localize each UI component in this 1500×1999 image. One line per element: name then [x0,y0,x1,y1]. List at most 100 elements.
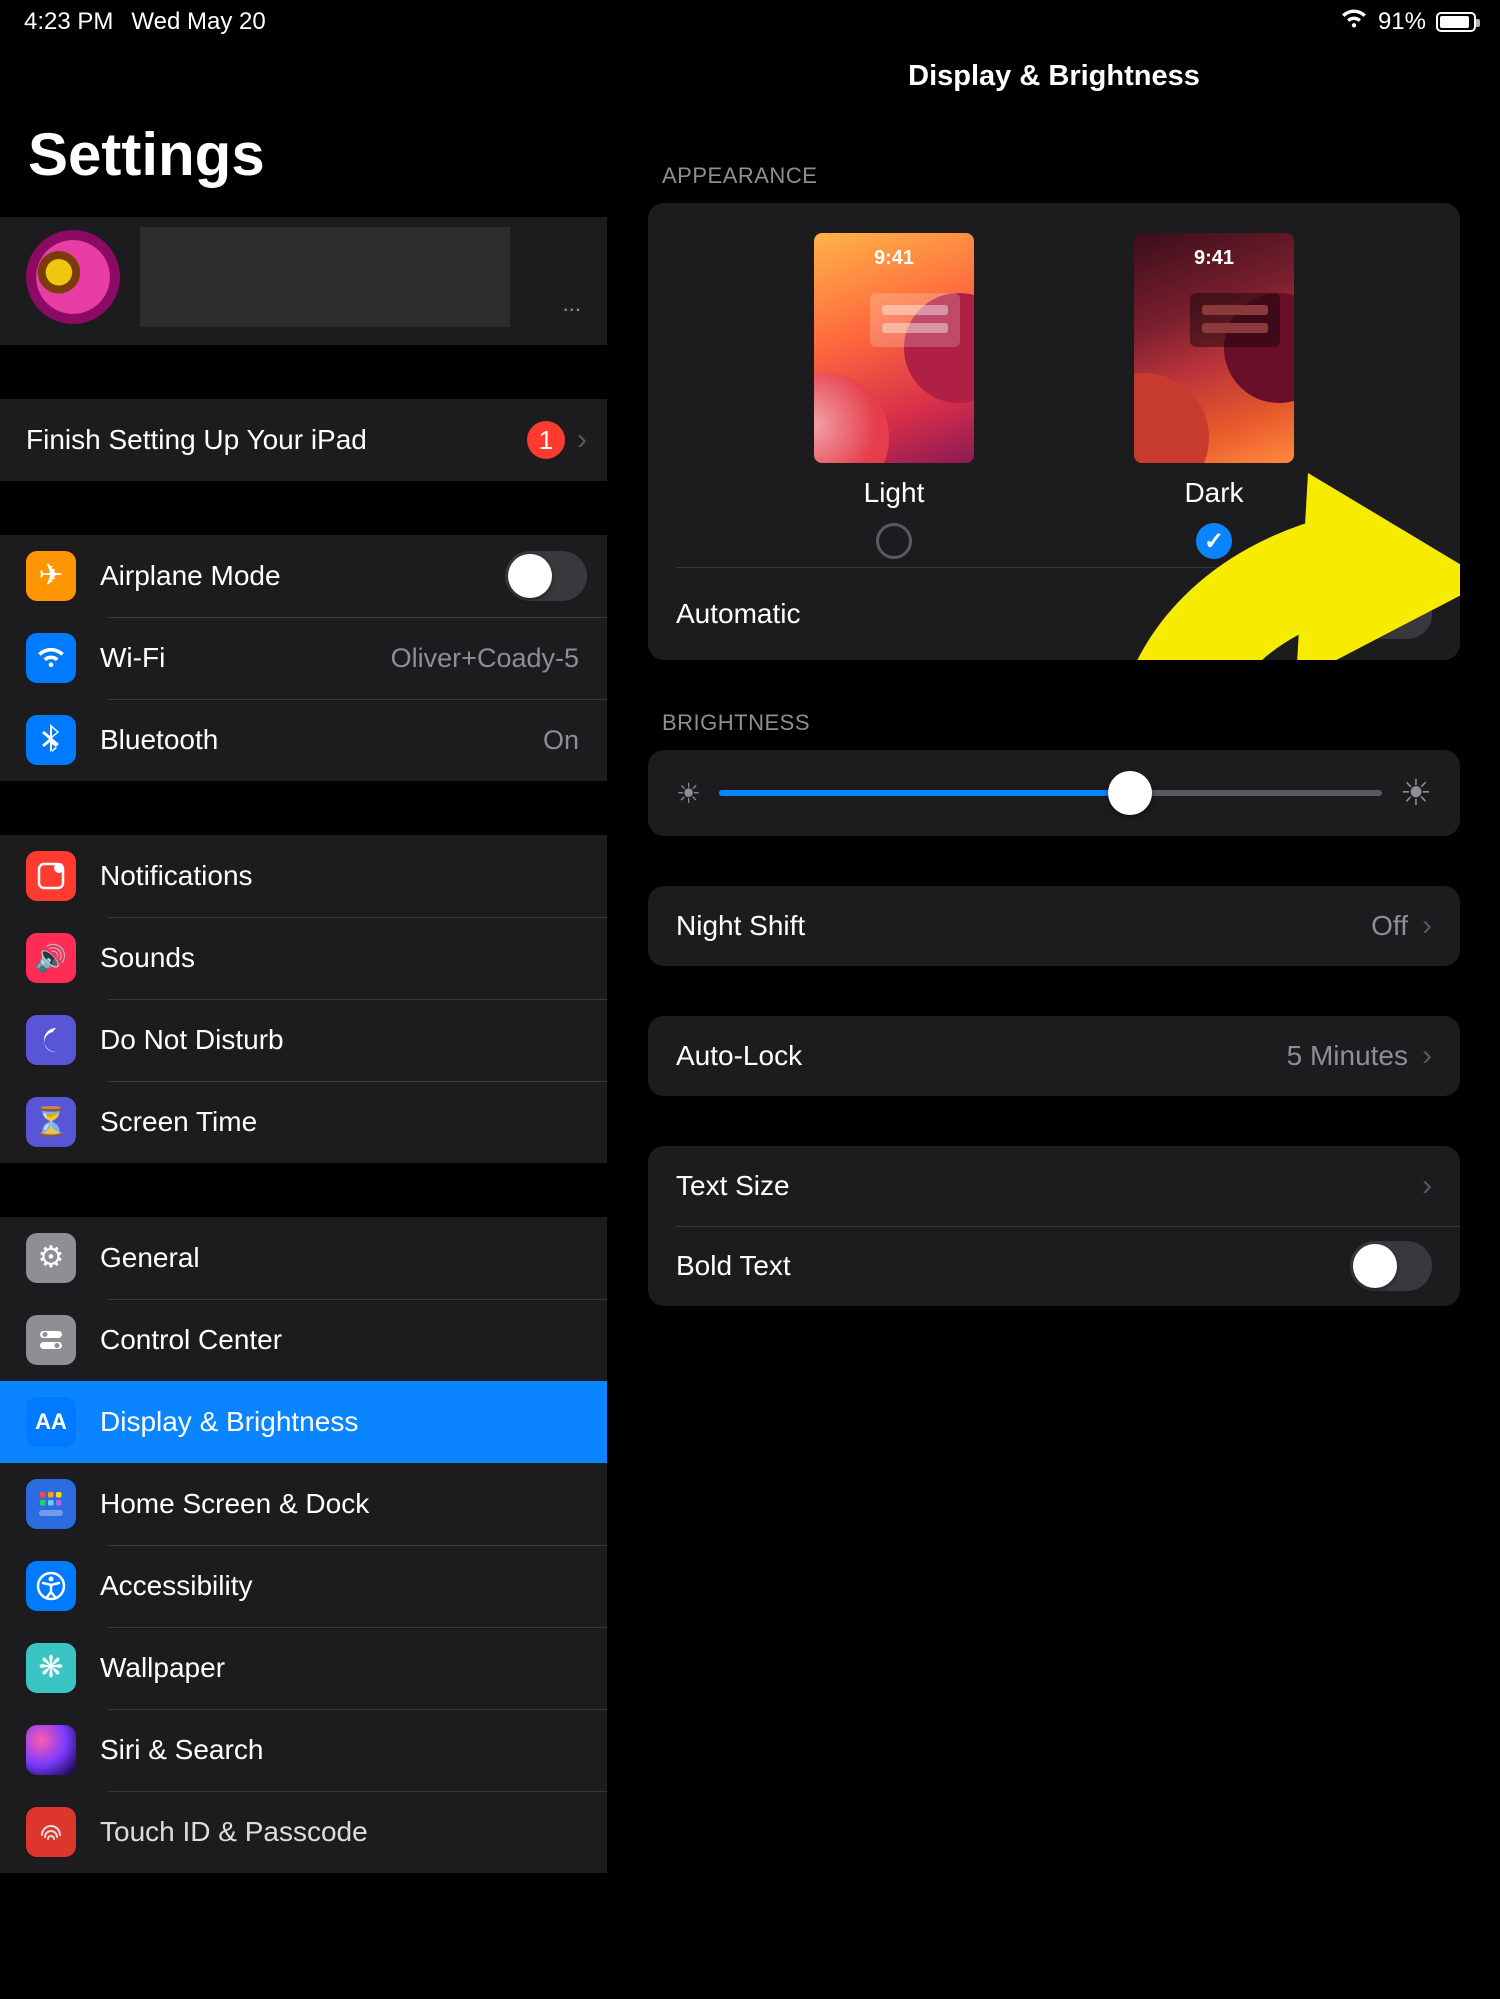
battery-icon [1436,12,1476,32]
more-icon: ... [563,291,581,327]
switches-icon [26,1315,76,1365]
auto-lock-card: Auto-Lock 5 Minutes › [648,1016,1460,1096]
avatar [26,230,120,324]
status-date: Wed May 20 [131,8,265,36]
night-shift-card: Night Shift Off › [648,886,1460,966]
bold-text-label: Bold Text [676,1250,1350,1282]
airplane-label: Airplane Mode [100,560,505,592]
battery-percent: 91% [1378,8,1426,36]
brightness-slider[interactable] [719,790,1382,796]
profile-row[interactable]: ... [0,217,607,345]
display-brightness-row[interactable]: AA Display & Brightness [0,1381,607,1463]
airplane-mode-row[interactable]: ✈ Airplane Mode [0,535,607,617]
bluetooth-icon [26,715,76,765]
text-size-row[interactable]: Text Size › [648,1146,1460,1226]
text-card: Text Size › Bold Text [648,1146,1460,1306]
screentime-label: Screen Time [100,1106,587,1138]
sun-small-icon: ☀︎ [676,777,701,810]
sounds-row[interactable]: 🔊 Sounds [0,917,607,999]
wifi-settings-icon [26,633,76,683]
badge-count: 1 [527,421,565,459]
gear-icon: ⚙ [26,1233,76,1283]
status-time: 4:23 PM [24,8,113,36]
detail-title: Display & Brightness [608,60,1500,93]
bold-text-row[interactable]: Bold Text [648,1226,1460,1306]
sun-large-icon: ☀︎ [1400,772,1432,814]
chevron-right-icon: › [577,423,587,457]
general-row[interactable]: ⚙ General [0,1217,607,1299]
light-label: Light [864,477,925,509]
night-shift-row[interactable]: Night Shift Off › [648,886,1460,966]
night-shift-label: Night Shift [676,910,1371,942]
bluetooth-value: On [543,725,579,756]
notifications-row[interactable]: Notifications [0,835,607,917]
detail-pane: Display & Brightness APPEARANCE 9:41 Lig… [608,0,1500,1999]
dnd-label: Do Not Disturb [100,1024,587,1056]
preview-time: 9:41 [1134,247,1294,270]
moon-icon [26,1015,76,1065]
siri-icon [26,1725,76,1775]
dnd-row[interactable]: Do Not Disturb [0,999,607,1081]
appearance-header: APPEARANCE [608,163,1500,203]
chevron-right-icon: › [1422,909,1432,943]
bluetooth-label: Bluetooth [100,724,543,756]
notifications-icon [26,851,76,901]
bold-text-toggle[interactable] [1350,1241,1432,1291]
wifi-label: Wi-Fi [100,642,391,674]
siri-label: Siri & Search [100,1734,587,1766]
light-radio[interactable] [876,523,912,559]
bluetooth-row[interactable]: Bluetooth On [0,699,607,781]
accessibility-label: Accessibility [100,1570,587,1602]
notifications-label: Notifications [100,860,587,892]
finish-setup-row[interactable]: Finish Setting Up Your iPad 1 › [0,399,607,481]
preview-time: 9:41 [814,247,974,270]
airplane-icon: ✈ [26,551,76,601]
auto-lock-row[interactable]: Auto-Lock 5 Minutes › [648,1016,1460,1096]
home-grid-icon [26,1479,76,1529]
dark-preview: 9:41 [1134,233,1294,463]
home-dock-row[interactable]: Home Screen & Dock [0,1463,607,1545]
accessibility-icon [26,1561,76,1611]
control-center-row[interactable]: Control Center [0,1299,607,1381]
general-label: General [100,1242,587,1274]
airplane-toggle[interactable] [505,551,587,601]
wallpaper-icon: ❋ [26,1643,76,1693]
dark-label: Dark [1184,477,1243,509]
sounds-label: Sounds [100,942,587,974]
sounds-icon: 🔊 [26,933,76,983]
text-size-icon: AA [26,1397,76,1447]
siri-row[interactable]: Siri & Search [0,1709,607,1791]
light-preview: 9:41 [814,233,974,463]
touchid-row[interactable]: Touch ID & Passcode [0,1791,607,1873]
hourglass-icon: ⏳ [26,1097,76,1147]
night-shift-value: Off [1371,910,1408,942]
wifi-value: Oliver+Coady-5 [391,643,579,674]
appearance-card: 9:41 Light 9:41 Dark ✓ Automatic [648,203,1460,660]
finish-setup-label: Finish Setting Up Your iPad [26,424,527,456]
brightness-header: BRIGHTNESS [608,710,1500,750]
automatic-row[interactable]: Automatic [648,568,1460,660]
dark-radio[interactable]: ✓ [1196,523,1232,559]
auto-lock-label: Auto-Lock [676,1040,1287,1072]
profile-name-redacted [140,227,510,327]
fingerprint-icon [26,1807,76,1857]
wallpaper-row[interactable]: ❋ Wallpaper [0,1627,607,1709]
accessibility-row[interactable]: Accessibility [0,1545,607,1627]
chevron-right-icon: › [1422,1039,1432,1073]
wifi-row[interactable]: Wi-Fi Oliver+Coady-5 [0,617,607,699]
automatic-toggle[interactable] [1350,589,1432,639]
text-size-label: Text Size [676,1170,1422,1202]
home-dock-label: Home Screen & Dock [100,1488,587,1520]
appearance-dark-option[interactable]: 9:41 Dark ✓ [1134,233,1294,559]
display-label: Display & Brightness [100,1406,587,1438]
automatic-label: Automatic [676,598,1350,630]
control-center-label: Control Center [100,1324,587,1356]
status-bar: 4:23 PM Wed May 20 91% [0,0,1500,44]
appearance-light-option[interactable]: 9:41 Light [814,233,974,559]
settings-sidebar: Settings ... Finish Setting Up Your iPad… [0,0,608,1999]
wifi-icon [1340,8,1368,37]
chevron-right-icon: › [1422,1169,1432,1203]
auto-lock-value: 5 Minutes [1287,1040,1408,1072]
brightness-card: ☀︎ ☀︎ [648,750,1460,836]
screentime-row[interactable]: ⏳ Screen Time [0,1081,607,1163]
